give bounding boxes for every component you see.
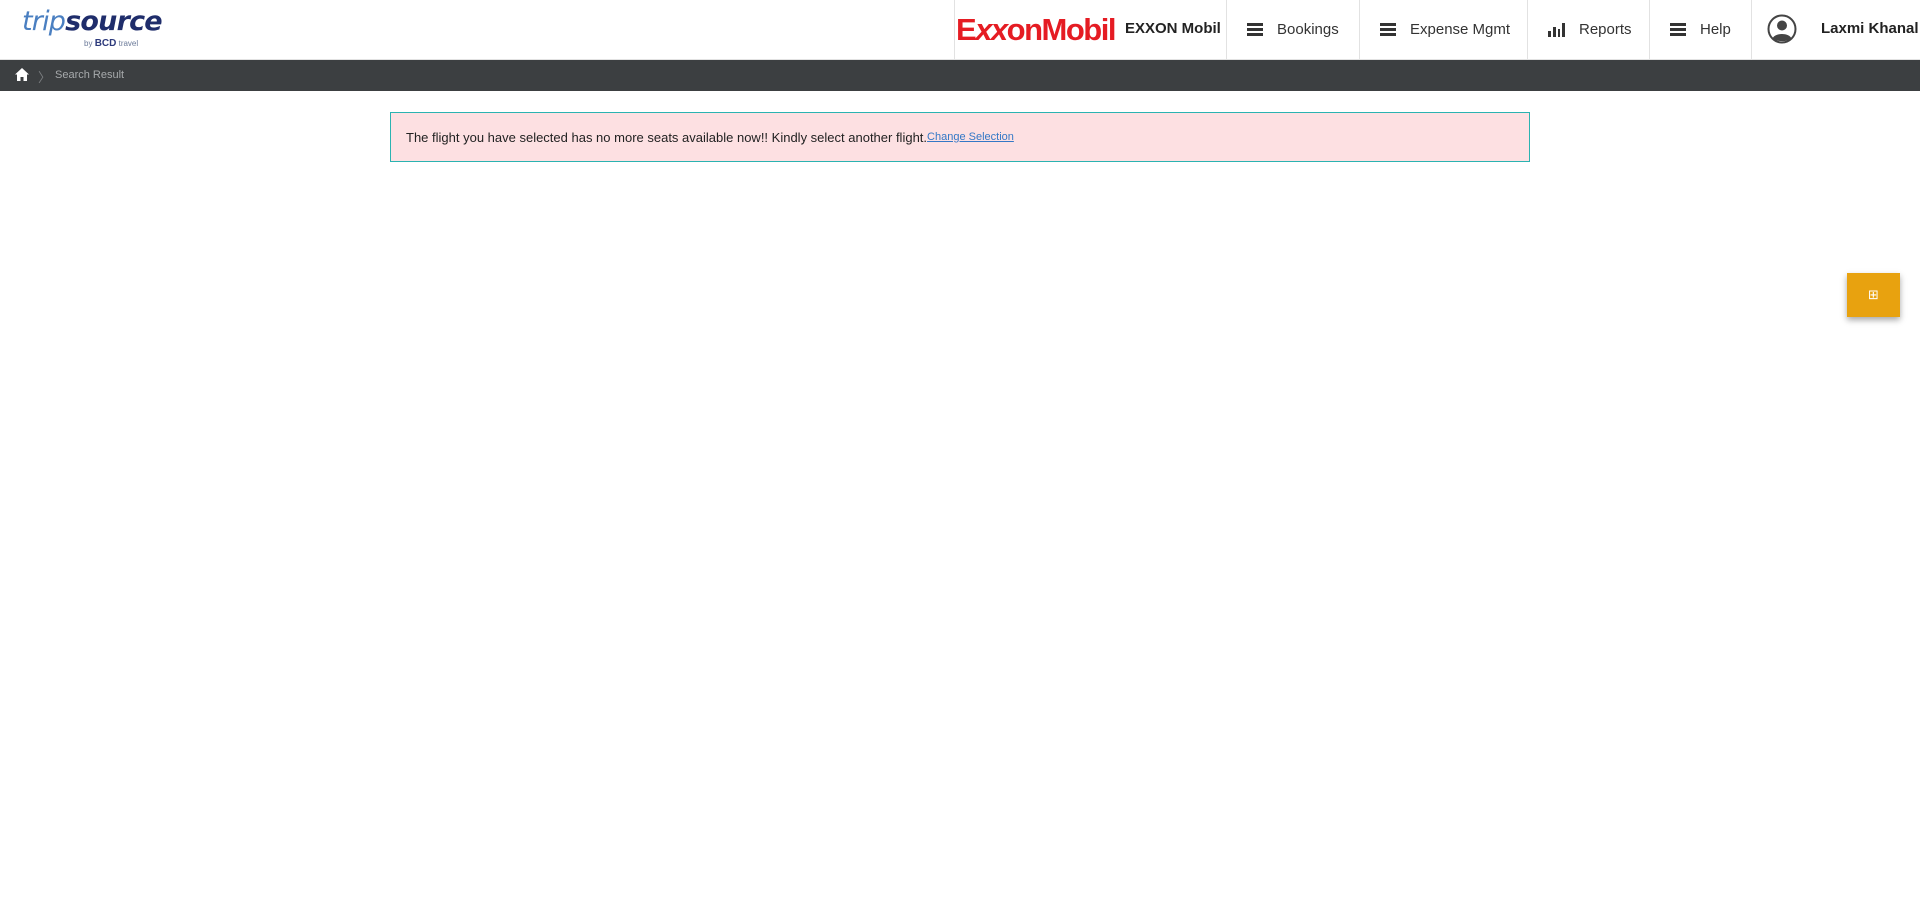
- exxon-logo-rest: onMobil: [1006, 12, 1117, 47]
- nav-bookings-label: Bookings: [1277, 21, 1339, 38]
- change-selection-link[interactable]: Change Selection: [927, 131, 1014, 143]
- nav-bookings[interactable]: Bookings: [1227, 0, 1360, 59]
- no-seats-alert: The flight you have selected has no more…: [390, 112, 1530, 162]
- logo-trip-text: trip: [22, 6, 66, 37]
- logo-wordmark: tripsource: [22, 6, 163, 38]
- company-section: ExxonMobil EXXON Mobil: [954, 0, 1227, 59]
- nav-reports-label: Reports: [1579, 21, 1632, 38]
- nav-expense-mgmt[interactable]: Expense Mgmt: [1360, 0, 1528, 59]
- tripsource-logo[interactable]: tripsource by BCD travel: [22, 6, 163, 52]
- logo-subtitle: by BCD travel: [84, 38, 138, 49]
- alert-message: The flight you have selected has no more…: [406, 129, 928, 145]
- menu-icon: [1380, 23, 1396, 36]
- breadcrumb-current: Search Result: [55, 69, 125, 81]
- company-name: EXXON Mobil: [1125, 20, 1221, 37]
- user-menu[interactable]: Laxmi Khanal: [1752, 0, 1920, 59]
- exxon-logo-xx: xx: [975, 12, 1008, 47]
- top-header: tripsource by BCD travel ExxonMobil EXXO…: [0, 0, 1920, 60]
- nav-help-label: Help: [1700, 21, 1731, 38]
- breadcrumb: 〉 Search Result: [0, 60, 1920, 91]
- menu-icon: [1670, 23, 1686, 36]
- logo-sub-bcd: BCD: [94, 38, 117, 49]
- exxonmobil-logo: ExxonMobil: [956, 12, 1117, 48]
- breadcrumb-separator: 〉: [38, 70, 52, 85]
- grid-icon: ⊞: [1868, 287, 1879, 303]
- floating-widget-button[interactable]: ⊞: [1847, 273, 1900, 317]
- user-avatar-icon: [1767, 14, 1797, 44]
- nav-expense-mgmt-label: Expense Mgmt: [1410, 21, 1511, 38]
- nav-reports[interactable]: Reports: [1528, 0, 1650, 59]
- logo-sub-travel: travel: [118, 39, 139, 48]
- logo-source-text: source: [65, 6, 162, 37]
- logo-sub-by: by: [84, 39, 93, 48]
- bar-chart-icon: [1548, 22, 1565, 37]
- home-icon[interactable]: [15, 68, 29, 81]
- exxon-logo-e: E: [956, 12, 977, 47]
- user-name: Laxmi Khanal: [1821, 20, 1919, 37]
- menu-icon: [1247, 23, 1263, 36]
- nav-help[interactable]: Help: [1650, 0, 1752, 59]
